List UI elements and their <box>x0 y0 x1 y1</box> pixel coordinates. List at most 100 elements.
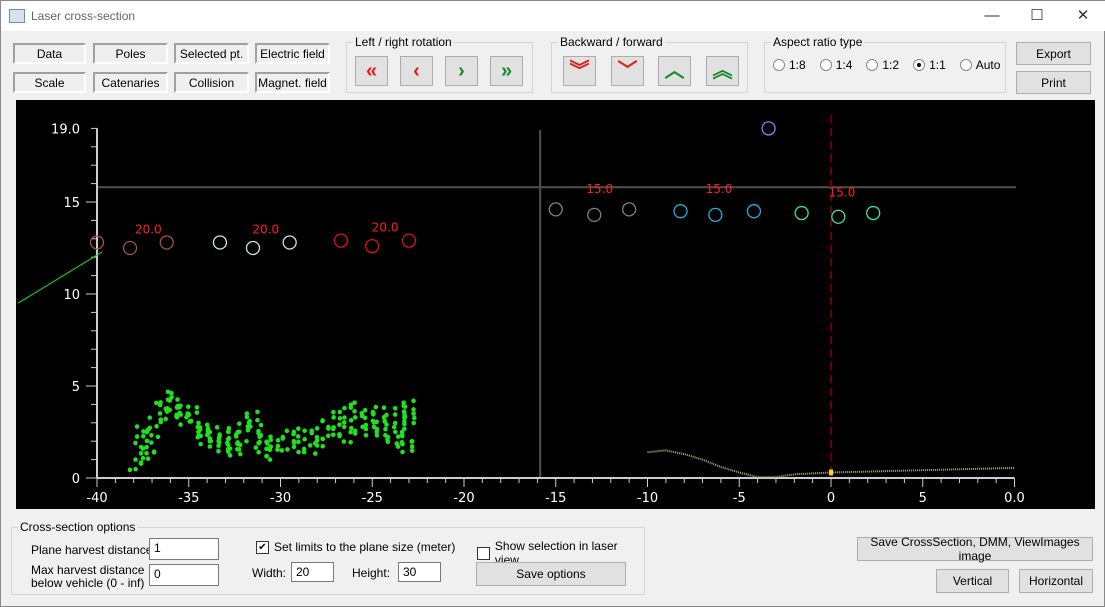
vertical-button[interactable]: Vertical <box>936 569 1009 593</box>
toggle-selected-pt[interactable]: Selected pt. <box>174 43 249 64</box>
x-tick-label: -20 <box>453 491 474 506</box>
show-selection-check-box[interactable] <box>477 546 490 560</box>
vegetation-point <box>133 466 138 472</box>
aspect-radio-1-1[interactable]: 1:1 <box>913 58 946 72</box>
vegetation-point <box>392 412 398 417</box>
vegetation-point <box>331 409 336 415</box>
x-tick-label: 0.0 <box>1004 491 1025 506</box>
pole-marker <box>866 205 881 221</box>
minimize-button[interactable]: — <box>969 1 1015 31</box>
vegetation-point <box>155 434 161 440</box>
vegetation-point <box>256 449 261 455</box>
vegetation-point <box>401 400 406 406</box>
width-input[interactable]: 20 <box>291 562 334 582</box>
aspect-radio-1-4[interactable]: 1:4 <box>819 58 852 72</box>
vegetation-point <box>225 440 230 446</box>
save-options-button[interactable]: Save options <box>476 562 626 586</box>
x-tick-label: -40 <box>86 491 107 506</box>
title-bar: Laser cross-section — ☐ ✕ <box>1 1 1105 31</box>
cross-section-options-label: Cross-section options <box>18 520 138 534</box>
rotate-left-fast-button[interactable]: « <box>355 56 388 86</box>
export-button[interactable]: Export <box>1016 42 1091 65</box>
vegetation-point <box>359 413 365 419</box>
vegetation-point <box>268 437 274 443</box>
close-button[interactable]: ✕ <box>1060 1 1105 31</box>
toggle-poles[interactable]: Poles <box>93 43 168 64</box>
plane-harvest-input[interactable]: 1 <box>149 538 219 560</box>
radio-circle[interactable] <box>773 59 785 71</box>
toggle-data[interactable]: Data <box>13 43 86 64</box>
vegetation-point <box>383 426 388 432</box>
vegetation-point <box>412 415 417 421</box>
vegetation-point <box>296 426 301 431</box>
vegetation-point <box>392 429 398 435</box>
vegetation-point <box>216 448 221 454</box>
set-limits-check-icon[interactable]: ✔ <box>256 540 269 554</box>
aspect-radio-1-2[interactable]: 1:2 <box>866 58 899 72</box>
forward-button[interactable]: ︿ <box>658 56 691 86</box>
backward-forward-label: Backward / forward <box>558 35 665 49</box>
plot-canvas[interactable]: -40 -35 -30 -25 -20 -15 -10 -5 0 5 0.0 0 5 10 15 19.0 20… <box>16 100 1095 509</box>
aspect-radio-1-8[interactable]: 1:8 <box>773 58 806 72</box>
vegetation-point <box>167 407 172 413</box>
cross-section-options-group: Cross-section options Plane harvest dist… <box>11 520 645 595</box>
vegetation-point <box>331 415 336 420</box>
cross-section-plot[interactable]: -40 -35 -30 -25 -20 -15 -10 -5 0 5 0.0 0 5 10 15 19.0 20… <box>16 100 1095 509</box>
pole-marker <box>159 235 174 250</box>
vegetation-point <box>255 409 260 415</box>
vegetation-point <box>154 423 159 429</box>
pole-marker <box>673 204 688 219</box>
vegetation-point <box>309 428 315 433</box>
radio-circle[interactable] <box>913 59 926 71</box>
radio-circle[interactable] <box>959 59 972 71</box>
vegetation-point <box>134 424 140 429</box>
maximize-button[interactable]: ☐ <box>1014 1 1060 31</box>
vegetation-point <box>362 407 368 413</box>
vegetation-point <box>138 460 144 465</box>
vegetation-point <box>307 443 313 448</box>
pole-height-label: 15.0 <box>706 182 733 196</box>
vegetation-point <box>395 434 401 439</box>
backward-fast-button[interactable]: ︾ <box>563 56 596 86</box>
vegetation-point <box>198 433 203 439</box>
vegetation-point <box>138 451 144 456</box>
save-image-button[interactable]: Save CrossSection, DMM, ViewImages image <box>857 535 1093 563</box>
toggle-magnet-field[interactable]: Magnet. field <box>255 72 330 93</box>
toggle-collision[interactable]: Collision <box>174 72 249 93</box>
rotate-left-button[interactable]: ‹ <box>400 56 433 86</box>
pole-marker <box>708 207 723 223</box>
vegetation-point <box>342 405 347 411</box>
max-harvest-input[interactable]: 0 <box>149 564 219 586</box>
vegetation-point <box>140 446 146 451</box>
vegetation-point <box>147 415 153 420</box>
vegetation-point <box>216 435 222 441</box>
height-input[interactable]: 30 <box>398 562 441 582</box>
backward-button[interactable]: ﹀ <box>611 56 644 86</box>
vegetation-point <box>348 405 354 410</box>
radio-circle[interactable] <box>819 59 832 71</box>
radio-circle[interactable] <box>866 59 879 71</box>
vegetation-point <box>245 428 251 433</box>
rotate-right-fast-button[interactable]: » <box>490 56 523 86</box>
vegetation-point <box>384 412 389 418</box>
pole-marker <box>761 121 776 136</box>
vegetation-point <box>341 420 347 425</box>
vegetation-point <box>337 416 343 421</box>
forward-fast-button[interactable]: ︽ <box>706 56 739 86</box>
vegetation-point <box>371 412 376 417</box>
vegetation-point <box>291 440 297 446</box>
horizontal-button[interactable]: Horizontal <box>1019 569 1093 593</box>
toggle-catenaries[interactable]: Catenaries <box>93 72 168 93</box>
aspect-radio-auto[interactable]: Auto <box>959 58 1000 72</box>
toggle-electric-field[interactable]: Electric field <box>255 43 330 64</box>
vegetation-point <box>337 422 342 427</box>
set-limits-checkbox[interactable]: ✔ Set limits to the plane size (meter) <box>256 540 455 554</box>
print-button[interactable]: Print <box>1016 71 1091 94</box>
rotate-right-button[interactable]: › <box>445 56 478 86</box>
vegetation-point <box>258 422 264 428</box>
vegetation-point <box>207 438 213 444</box>
toggle-scale[interactable]: Scale <box>13 72 86 93</box>
vegetation-point <box>373 404 379 410</box>
vegetation-point <box>363 426 369 432</box>
vegetation-point <box>227 453 233 458</box>
